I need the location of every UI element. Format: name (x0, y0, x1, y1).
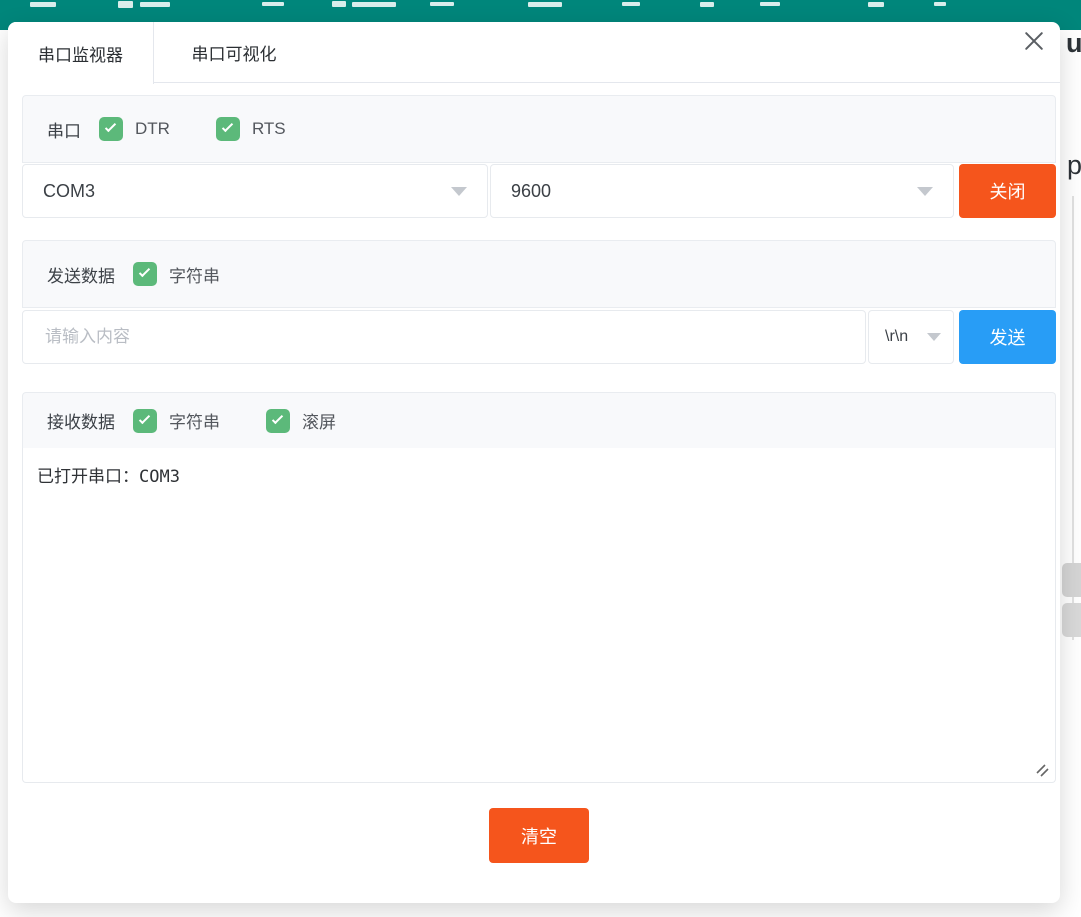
line-ending-select[interactable]: \r\n (868, 310, 954, 364)
dtr-checkbox[interactable] (99, 117, 123, 141)
menubar-fragment (528, 2, 562, 7)
rts-checkbox-label: RTS (252, 119, 286, 139)
serial-monitor-dialog: 串口监视器 串口可视化 串口 DTR RTS COM3 9600 (8, 22, 1060, 903)
receive-section-header: 接收数据 字符串 滚屏 (22, 392, 1056, 448)
tab-label: 串口可视化 (192, 40, 277, 65)
menubar-fragment (934, 2, 946, 6)
menubar-fragment (262, 2, 284, 6)
background-scrollbar-piece[interactable] (1062, 563, 1081, 597)
send-button[interactable]: 发送 (959, 310, 1056, 364)
scroll-checkbox[interactable] (266, 409, 290, 433)
chevron-down-icon (927, 333, 941, 341)
menubar-fragment (30, 2, 56, 7)
check-icon (222, 121, 233, 132)
chevron-down-icon (917, 187, 933, 196)
receive-string-checkbox-group: 字符串 (133, 408, 220, 433)
port-select[interactable]: COM3 (22, 164, 488, 218)
send-section-header: 发送数据 字符串 (22, 240, 1056, 308)
menubar-fragment (332, 1, 346, 7)
receive-output-value: COM3 (139, 467, 180, 487)
receive-output-prefix: 已打开串口： (37, 467, 139, 486)
send-string-checkbox-group: 字符串 (133, 262, 220, 287)
port-select-value: COM3 (43, 181, 451, 202)
receive-string-checkbox[interactable] (133, 409, 157, 433)
baud-select-value: 9600 (511, 181, 917, 202)
tab-label: 串口监视器 (38, 41, 123, 66)
check-icon (139, 412, 150, 423)
receive-output-area[interactable]: 已打开串口：COM3 (22, 448, 1056, 783)
menubar-fragment (760, 2, 780, 6)
rts-checkbox-group: RTS (216, 117, 286, 141)
screen: u p 串口监视器 串口可视化 串口 DTR RTS (0, 0, 1081, 917)
close-port-button[interactable]: 关闭 (959, 164, 1056, 218)
background-partial-text: p (1067, 150, 1081, 181)
menubar-fragment (118, 1, 133, 8)
scroll-checkbox-group: 滚屏 (266, 408, 336, 433)
send-input[interactable] (22, 310, 866, 364)
menubar-fragment (430, 2, 454, 6)
receive-section-label: 接收数据 (47, 408, 115, 433)
send-string-checkbox-label: 字符串 (169, 262, 220, 287)
background-partial-text: u (1066, 28, 1081, 59)
menubar-fragment (700, 2, 714, 7)
send-section-label: 发送数据 (47, 262, 115, 287)
chevron-down-icon (451, 187, 467, 196)
receive-string-checkbox-label: 字符串 (169, 408, 220, 433)
send-string-checkbox[interactable] (133, 262, 157, 286)
serial-section-header: 串口 DTR RTS (22, 95, 1056, 163)
dtr-checkbox-label: DTR (135, 119, 170, 139)
background-scrollbar-piece[interactable] (1062, 603, 1081, 637)
serial-section-label: 串口 (47, 117, 81, 142)
tab-serial-monitor[interactable]: 串口监视器 (8, 22, 154, 84)
resize-handle-icon[interactable] (1035, 763, 1050, 778)
dialog-tabbar: 串口监视器 串口可视化 (8, 22, 1060, 83)
close-icon[interactable] (1023, 30, 1045, 52)
rts-checkbox[interactable] (216, 117, 240, 141)
menubar-fragment (868, 2, 884, 7)
check-icon (272, 412, 283, 423)
baud-select[interactable]: 9600 (490, 164, 954, 218)
dtr-checkbox-group: DTR (99, 117, 170, 141)
scroll-checkbox-label: 滚屏 (302, 408, 336, 433)
menubar-fragment (352, 2, 396, 7)
line-ending-value: \r\n (885, 328, 927, 346)
menubar-fragment (622, 2, 640, 6)
clear-button[interactable]: 清空 (489, 808, 589, 863)
menubar-fragment (140, 2, 170, 7)
tab-serial-visualization[interactable]: 串口可视化 (158, 22, 310, 83)
check-icon (105, 121, 116, 132)
check-icon (139, 266, 150, 277)
